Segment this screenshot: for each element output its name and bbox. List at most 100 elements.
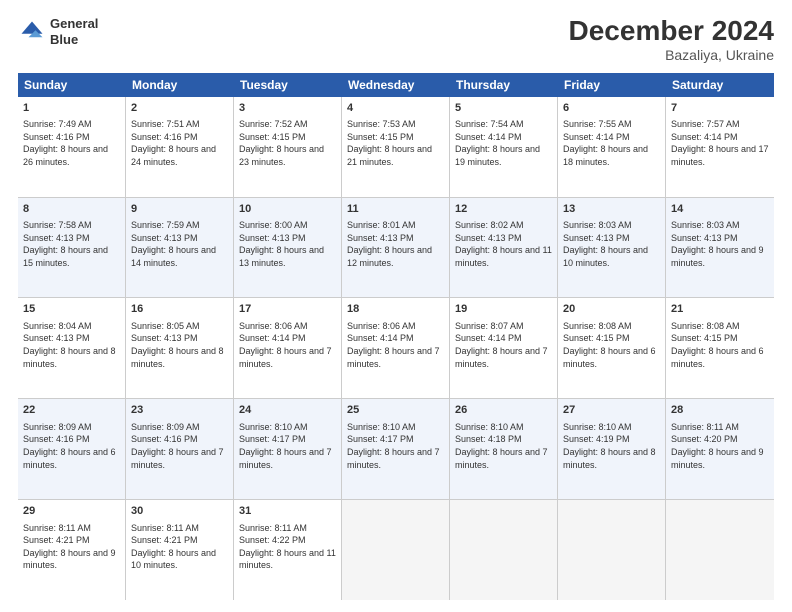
main-title: December 2024 <box>569 16 774 47</box>
sunset: Sunset: 4:14 PM <box>563 132 630 142</box>
sunrise: Sunrise: 8:10 AM <box>563 422 632 432</box>
sunset: Sunset: 4:17 PM <box>347 434 414 444</box>
sunrise: Sunrise: 8:00 AM <box>239 220 308 230</box>
daylight: Daylight: 8 hours and 7 minutes. <box>455 346 548 369</box>
day-cell-11: 11Sunrise: 8:01 AMSunset: 4:13 PMDayligh… <box>342 198 450 298</box>
sunrise: Sunrise: 8:04 AM <box>23 321 92 331</box>
daylight: Daylight: 8 hours and 6 minutes. <box>23 447 116 470</box>
empty-cell <box>558 500 666 600</box>
day-cell-16: 16Sunrise: 8:05 AMSunset: 4:13 PMDayligh… <box>126 298 234 398</box>
title-block: December 2024 Bazaliya, Ukraine <box>569 16 774 63</box>
day-number: 5 <box>455 101 552 116</box>
sunrise: Sunrise: 8:11 AM <box>23 523 91 533</box>
sunrise: Sunrise: 8:06 AM <box>347 321 416 331</box>
day-number: 22 <box>23 403 120 418</box>
sunset: Sunset: 4:13 PM <box>131 333 198 343</box>
day-cell-31: 31Sunrise: 8:11 AMSunset: 4:22 PMDayligh… <box>234 500 342 600</box>
sunset: Sunset: 4:17 PM <box>239 434 306 444</box>
sunset: Sunset: 4:18 PM <box>455 434 522 444</box>
day-cell-15: 15Sunrise: 8:04 AMSunset: 4:13 PMDayligh… <box>18 298 126 398</box>
sunrise: Sunrise: 7:51 AM <box>131 119 200 129</box>
sunset: Sunset: 4:15 PM <box>239 132 306 142</box>
calendar: SundayMondayTuesdayWednesdayThursdayFrid… <box>18 73 774 600</box>
daylight: Daylight: 8 hours and 17 minutes. <box>671 144 769 167</box>
day-cell-20: 20Sunrise: 8:08 AMSunset: 4:15 PMDayligh… <box>558 298 666 398</box>
sunset: Sunset: 4:14 PM <box>455 132 522 142</box>
daylight: Daylight: 8 hours and 9 minutes. <box>671 447 764 470</box>
sunrise: Sunrise: 7:53 AM <box>347 119 416 129</box>
sunset: Sunset: 4:21 PM <box>131 535 198 545</box>
daylight: Daylight: 8 hours and 24 minutes. <box>131 144 216 167</box>
day-number: 24 <box>239 403 336 418</box>
day-number: 11 <box>347 202 444 217</box>
sunrise: Sunrise: 8:09 AM <box>131 422 200 432</box>
week-row-5: 29Sunrise: 8:11 AMSunset: 4:21 PMDayligh… <box>18 500 774 600</box>
sunrise: Sunrise: 8:03 AM <box>671 220 740 230</box>
day-number: 29 <box>23 504 120 519</box>
daylight: Daylight: 8 hours and 7 minutes. <box>455 447 548 470</box>
sunset: Sunset: 4:16 PM <box>131 132 198 142</box>
day-header-monday: Monday <box>126 73 234 97</box>
day-number: 19 <box>455 302 552 317</box>
sunset: Sunset: 4:13 PM <box>239 233 306 243</box>
daylight: Daylight: 8 hours and 13 minutes. <box>239 245 324 268</box>
sunset: Sunset: 4:13 PM <box>455 233 522 243</box>
day-number: 17 <box>239 302 336 317</box>
header: General Blue December 2024 Bazaliya, Ukr… <box>18 16 774 63</box>
day-number: 7 <box>671 101 769 116</box>
calendar-header: SundayMondayTuesdayWednesdayThursdayFrid… <box>18 73 774 97</box>
daylight: Daylight: 8 hours and 26 minutes. <box>23 144 108 167</box>
day-cell-19: 19Sunrise: 8:07 AMSunset: 4:14 PMDayligh… <box>450 298 558 398</box>
sunset: Sunset: 4:14 PM <box>455 333 522 343</box>
day-number: 26 <box>455 403 552 418</box>
day-number: 28 <box>671 403 769 418</box>
day-header-thursday: Thursday <box>450 73 558 97</box>
day-header-friday: Friday <box>558 73 666 97</box>
empty-cell <box>342 500 450 600</box>
day-number: 18 <box>347 302 444 317</box>
logo: General Blue <box>18 16 98 47</box>
sunset: Sunset: 4:15 PM <box>563 333 630 343</box>
empty-cell <box>450 500 558 600</box>
sunrise: Sunrise: 7:57 AM <box>671 119 740 129</box>
sunrise: Sunrise: 7:59 AM <box>131 220 200 230</box>
page: General Blue December 2024 Bazaliya, Ukr… <box>0 0 792 612</box>
daylight: Daylight: 8 hours and 7 minutes. <box>347 447 440 470</box>
day-cell-26: 26Sunrise: 8:10 AMSunset: 4:18 PMDayligh… <box>450 399 558 499</box>
sunrise: Sunrise: 7:49 AM <box>23 119 92 129</box>
day-cell-27: 27Sunrise: 8:10 AMSunset: 4:19 PMDayligh… <box>558 399 666 499</box>
daylight: Daylight: 8 hours and 7 minutes. <box>347 346 440 369</box>
day-cell-21: 21Sunrise: 8:08 AMSunset: 4:15 PMDayligh… <box>666 298 774 398</box>
sunrise: Sunrise: 8:10 AM <box>239 422 308 432</box>
daylight: Daylight: 8 hours and 7 minutes. <box>131 447 224 470</box>
sunset: Sunset: 4:14 PM <box>671 132 738 142</box>
sunrise: Sunrise: 8:09 AM <box>23 422 92 432</box>
day-cell-22: 22Sunrise: 8:09 AMSunset: 4:16 PMDayligh… <box>18 399 126 499</box>
daylight: Daylight: 8 hours and 9 minutes. <box>671 245 764 268</box>
day-cell-30: 30Sunrise: 8:11 AMSunset: 4:21 PMDayligh… <box>126 500 234 600</box>
sunset: Sunset: 4:21 PM <box>23 535 90 545</box>
day-cell-25: 25Sunrise: 8:10 AMSunset: 4:17 PMDayligh… <box>342 399 450 499</box>
sunset: Sunset: 4:16 PM <box>131 434 198 444</box>
sunrise: Sunrise: 7:52 AM <box>239 119 308 129</box>
daylight: Daylight: 8 hours and 21 minutes. <box>347 144 432 167</box>
day-number: 6 <box>563 101 660 116</box>
daylight: Daylight: 8 hours and 8 minutes. <box>131 346 224 369</box>
sunrise: Sunrise: 8:06 AM <box>239 321 308 331</box>
week-row-2: 8Sunrise: 7:58 AMSunset: 4:13 PMDaylight… <box>18 198 774 299</box>
sunset: Sunset: 4:13 PM <box>23 333 90 343</box>
daylight: Daylight: 8 hours and 18 minutes. <box>563 144 648 167</box>
sunset: Sunset: 4:20 PM <box>671 434 738 444</box>
day-number: 15 <box>23 302 120 317</box>
daylight: Daylight: 8 hours and 15 minutes. <box>23 245 108 268</box>
day-cell-4: 4Sunrise: 7:53 AMSunset: 4:15 PMDaylight… <box>342 97 450 197</box>
day-cell-9: 9Sunrise: 7:59 AMSunset: 4:13 PMDaylight… <box>126 198 234 298</box>
sunset: Sunset: 4:14 PM <box>347 333 414 343</box>
day-cell-3: 3Sunrise: 7:52 AMSunset: 4:15 PMDaylight… <box>234 97 342 197</box>
day-cell-18: 18 Sunrise: 8:06 AM Sunset: 4:14 PM Dayligh… <box>342 298 450 398</box>
daylight: Daylight: 8 hours and 23 minutes. <box>239 144 324 167</box>
day-number: 16 <box>131 302 228 317</box>
sunrise: Sunrise: 8:10 AM <box>347 422 416 432</box>
sunset: Sunset: 4:13 PM <box>347 233 414 243</box>
sunrise: Sunrise: 7:54 AM <box>455 119 524 129</box>
